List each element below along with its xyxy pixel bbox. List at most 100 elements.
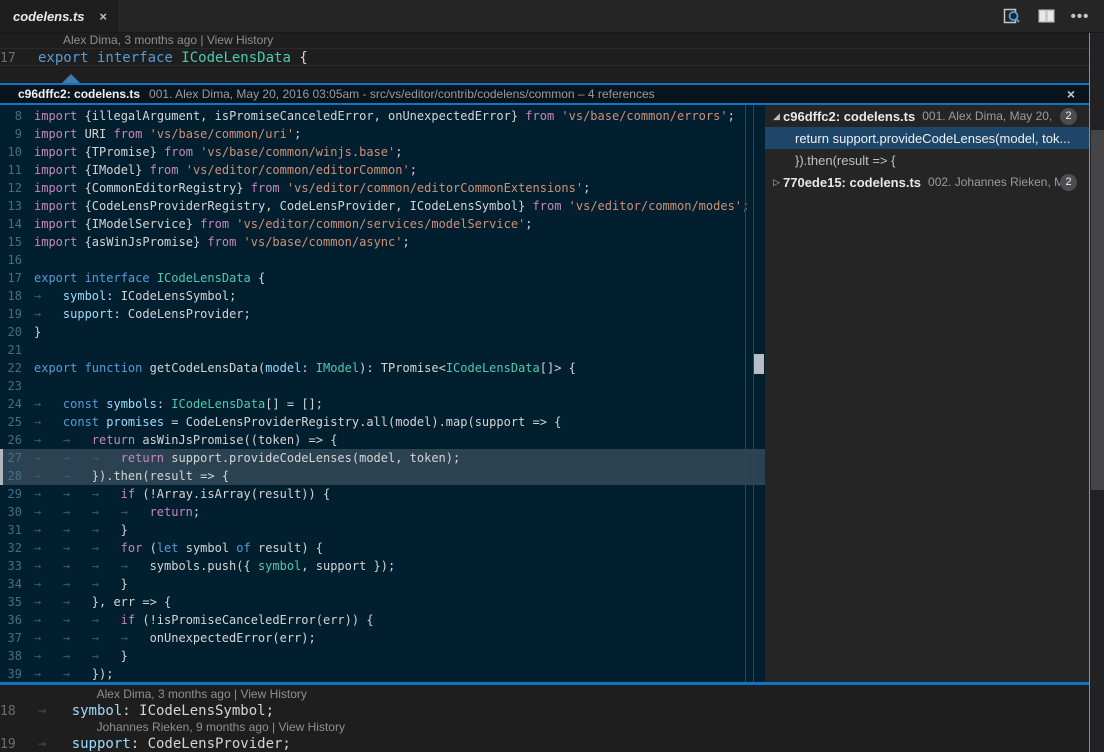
- code-line[interactable]: 36→→→if (!isPromiseCanceledError(err)) {: [0, 611, 765, 629]
- code-text: export interface ICodeLensData {: [38, 50, 308, 66]
- twisty-collapsed-icon[interactable]: ▷: [770, 177, 783, 188]
- line-number: 25: [0, 413, 34, 431]
- tab-title: codelens.ts: [13, 9, 93, 24]
- line-number: 34: [0, 575, 34, 593]
- more-actions-icon[interactable]: •••: [1070, 6, 1090, 26]
- codelens-annotation[interactable]: Alex Dima, 3 months ago | View History: [0, 33, 1089, 48]
- codelens-annotation[interactable]: Johannes Rieken, 9 months ago | View His…: [0, 720, 1089, 735]
- code-line[interactable]: 34→→→}: [0, 575, 765, 593]
- code-line[interactable]: 38→→→}: [0, 647, 765, 665]
- code-line[interactable]: 13import {CodeLensProviderRegistry, Code…: [0, 197, 765, 215]
- tab-whitespace-arrow: →: [34, 467, 63, 485]
- editor-bottom-slice: Alex Dima, 3 months ago | View History18…: [0, 685, 1089, 752]
- code-line[interactable]: 17export interface ICodeLensData {: [0, 48, 1089, 66]
- tab-whitespace-arrow: →: [92, 521, 121, 539]
- code-text: →support: CodeLensProvider;: [38, 736, 291, 752]
- tab-whitespace-arrow: →: [34, 611, 63, 629]
- code-line[interactable]: 18→symbol: ICodeLensSymbol;: [0, 287, 765, 305]
- tab-whitespace-arrow: →: [121, 557, 150, 575]
- tree-file-row[interactable]: ◢c96dffc2: codelens.ts001. Alex Dima, Ma…: [765, 105, 1089, 127]
- line-number: 38: [0, 647, 34, 665]
- scrollbar-thumb[interactable]: [1091, 130, 1104, 490]
- line-number: 23: [0, 377, 34, 395]
- code-text: →→→}: [34, 523, 128, 537]
- code-line[interactable]: 19→support: CodeLensProvider;: [0, 305, 765, 323]
- tab-whitespace-arrow: →: [92, 629, 121, 647]
- split-editor-icon[interactable]: [1036, 6, 1056, 26]
- line-number: 37: [0, 629, 34, 647]
- code-line[interactable]: 35→→}, err => {: [0, 593, 765, 611]
- tab-whitespace-arrow: →: [63, 611, 92, 629]
- code-line[interactable]: 23: [0, 377, 765, 395]
- tab-whitespace-arrow: →: [34, 521, 63, 539]
- code-line[interactable]: 20}: [0, 323, 765, 341]
- peek-close-icon[interactable]: ×: [1067, 86, 1075, 102]
- code-text: →symbol: ICodeLensSymbol;: [34, 289, 236, 303]
- line-number: 11: [0, 161, 34, 179]
- code-text: import URI from 'vs/base/common/uri';: [34, 127, 301, 141]
- tab-whitespace-arrow: →: [63, 539, 92, 557]
- code-line[interactable]: 15import {asWinJsPromise} from 'vs/base/…: [0, 233, 765, 251]
- code-line[interactable]: 30→→→→return;: [0, 503, 765, 521]
- line-number: 35: [0, 593, 34, 611]
- editor-vertical-scrollbar[interactable]: [1089, 33, 1104, 752]
- line-number: 18: [0, 703, 38, 721]
- code-line[interactable]: 26→→return asWinJsPromise((token) => {: [0, 431, 765, 449]
- tab-whitespace-arrow: →: [92, 647, 121, 665]
- tab-codelens-ts[interactable]: codelens.ts ×: [0, 0, 118, 32]
- code-text: →support: CodeLensProvider;: [34, 307, 251, 321]
- tab-whitespace-arrow: →: [34, 449, 63, 467]
- line-number: 19: [0, 736, 38, 752]
- code-line[interactable]: 25→const promises = CodeLensProviderRegi…: [0, 413, 765, 431]
- tab-whitespace-arrow: →: [63, 647, 92, 665]
- line-number: 17: [0, 50, 38, 68]
- code-line[interactable]: 17export interface ICodeLensData {: [0, 269, 765, 287]
- line-number: 13: [0, 197, 34, 215]
- line-number: 26: [0, 431, 34, 449]
- tab-whitespace-arrow: →: [63, 449, 92, 467]
- code-line[interactable]: 24→const symbols: ICodeLensData[] = [];: [0, 395, 765, 413]
- code-text: →→→}: [34, 649, 128, 663]
- code-line[interactable]: 27→→→return support.provideCodeLenses(mo…: [0, 449, 765, 467]
- code-line[interactable]: 14import {IModelService} from 'vs/editor…: [0, 215, 765, 233]
- tree-reference-row[interactable]: }).then(result => {: [765, 149, 1089, 171]
- code-text: →→→→onUnexpectedError(err);: [34, 631, 316, 645]
- tab-whitespace-arrow: →: [34, 395, 63, 413]
- code-line[interactable]: 22export function getCodeLensData(model:…: [0, 359, 765, 377]
- tab-whitespace-arrow: →: [63, 503, 92, 521]
- code-line[interactable]: 28→→}).then(result => {: [0, 467, 765, 485]
- code-line[interactable]: 9import URI from 'vs/base/common/uri';: [0, 125, 765, 143]
- open-preview-icon[interactable]: [1002, 6, 1022, 26]
- tab-whitespace-arrow: →: [34, 647, 63, 665]
- line-number: 36: [0, 611, 34, 629]
- code-line[interactable]: 39→→});: [0, 665, 765, 682]
- peek-editor-scrollbar-thumb[interactable]: [754, 354, 764, 374]
- code-line[interactable]: 31→→→}: [0, 521, 765, 539]
- references-tree: ◢c96dffc2: codelens.ts001. Alex Dima, Ma…: [765, 105, 1089, 682]
- tab-whitespace-arrow: →: [63, 485, 92, 503]
- code-line[interactable]: 10import {TPromise} from 'vs/base/common…: [0, 143, 765, 161]
- code-text: →→→→return;: [34, 505, 200, 519]
- code-line[interactable]: 32→→→for (let symbol of result) {: [0, 539, 765, 557]
- code-line[interactable]: 37→→→→onUnexpectedError(err);: [0, 629, 765, 647]
- code-line[interactable]: 18→symbol: ICodeLensSymbol;: [0, 702, 1089, 720]
- code-line[interactable]: 33→→→→symbols.push({ symbol, support });: [0, 557, 765, 575]
- code-text: →→→}: [34, 577, 128, 591]
- tree-reference-row[interactable]: return support.provideCodeLenses(model, …: [765, 127, 1089, 149]
- tree-file-row[interactable]: ▷770ede15: codelens.ts002. Johannes Riek…: [765, 171, 1089, 193]
- code-text: import {IModelService} from 'vs/editor/c…: [34, 217, 533, 231]
- codelens-annotation[interactable]: Alex Dima, 3 months ago | View History: [0, 687, 1089, 702]
- code-line[interactable]: 12import {CommonEditorRegistry} from 'vs…: [0, 179, 765, 197]
- twisty-expanded-icon[interactable]: ◢: [770, 111, 783, 122]
- line-number: 12: [0, 179, 34, 197]
- code-line[interactable]: 16: [0, 251, 765, 269]
- code-text: }: [34, 325, 41, 339]
- code-line[interactable]: 29→→→if (!Array.isArray(result)) {: [0, 485, 765, 503]
- reference-preview-text: }).then(result => {: [795, 153, 1077, 168]
- code-line[interactable]: 19→support: CodeLensProvider;: [0, 735, 1089, 752]
- line-number: 16: [0, 251, 34, 269]
- code-line[interactable]: 21: [0, 341, 765, 359]
- code-line[interactable]: 11import {IModel} from 'vs/editor/common…: [0, 161, 765, 179]
- code-line[interactable]: 8import {illegalArgument, isPromiseCance…: [0, 107, 765, 125]
- tab-close-icon[interactable]: ×: [99, 9, 107, 24]
